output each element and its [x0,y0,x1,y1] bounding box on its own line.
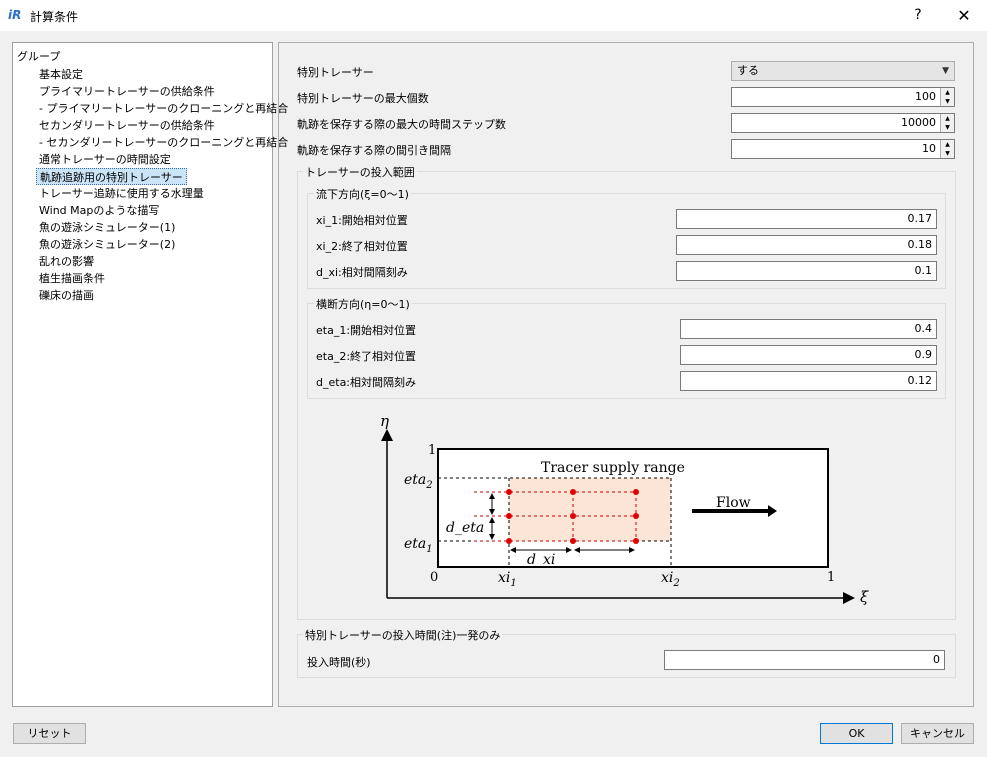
eta2-diagram-label: eta2 [404,472,433,491]
tracer-point [570,538,576,544]
special-tracer-label: 特別トレーサー [297,66,374,79]
crosswise-title: 横断方向(η=0〜1) [314,296,412,312]
eta-axis-label: η [380,412,389,430]
spin-arrows-icon[interactable]: ▲ ▼ [940,88,954,106]
zero-label: 0 [430,570,438,585]
xi1-input[interactable]: 0.17 [676,209,937,229]
sidebar-item-vegetation[interactable]: 植生描画条件 [36,270,108,287]
supply-range-area [509,478,671,541]
injection-time-title: 特別トレーサーの投入時間(注)一発のみ [303,627,503,643]
xi-axis-label: ξ [860,588,869,606]
max-steps-spinbox[interactable]: 10000 ▲ ▼ [731,113,955,133]
sidebar-item-normal-time[interactable]: 通常トレーサーの時間設定 [36,151,174,168]
streamwise-title: 流下方向(ξ=0〜1) [314,186,411,202]
max-steps-label: 軌跡を保存する際の最大の時間ステップ数 [297,118,506,131]
title-bar: iR 計算条件 ? ✕ [0,0,987,31]
injection-time-label: 投入時間(秒) [307,656,371,669]
supply-range-title: トレーサーの投入範囲 [303,164,417,180]
deta-label: d_eta:相対間隔刻み [316,376,417,389]
sidebar-item-primary-cloning[interactable]: - プライマリートレーサーのクローニングと再結合 [36,100,291,117]
group-list-header: グループ [17,50,61,63]
deta-diagram-label: d_eta [446,520,484,536]
special-tracer-select[interactable]: する ▼ [731,61,955,81]
tracer-point [633,489,639,495]
injection-time-input[interactable]: 0 [664,650,945,670]
one-top-label: 1 [428,443,436,458]
xi1-diagram-label: xi1 [498,570,517,589]
spin-arrows-icon[interactable]: ▲ ▼ [940,114,954,132]
sidebar-item-secondary-supply[interactable]: セカンダリートレーサーの供給条件 [36,117,218,134]
tracer-point [506,538,512,544]
tracer-point [633,538,639,544]
special-tracer-value: する [737,64,759,77]
deta-input[interactable]: 0.12 [680,371,937,391]
eta1-diagram-label: eta1 [404,536,433,555]
dxi-label: d_xi:相対間隔刻み [316,266,408,279]
sidebar-item-gravel[interactable]: 礫床の描画 [36,287,97,304]
tracer-point [506,489,512,495]
window-title: 計算条件 [30,10,79,24]
xi2-input[interactable]: 0.18 [676,235,937,255]
sidebar-item-primary-supply[interactable]: プライマリートレーサーの供給条件 [36,83,218,100]
flow-label: Flow [716,495,751,511]
one-right-label: 1 [827,570,835,585]
sidebar-item-fish-1[interactable]: 魚の遊泳シミュレーター(1) [36,219,178,236]
sidebar-item-special-tracer[interactable]: 軌跡追跡用の特別トレーサー [36,168,187,185]
chevron-down-icon: ▼ [942,66,949,76]
tracer-point [570,513,576,519]
spin-arrows-icon[interactable]: ▲ ▼ [940,140,954,158]
supply-range-diagram: η ξ 1 0 1 eta2 eta1 d_eta d_xi xi1 xi2 T… [380,412,869,606]
ok-button[interactable]: OK [820,723,893,744]
thinning-spinbox[interactable]: 10 ▲ ▼ [731,139,955,159]
eta1-label: eta_1:開始相対位置 [316,324,417,337]
tracer-point [570,489,576,495]
app-logo-icon: iR [8,8,22,22]
dxi-input[interactable]: 0.1 [676,261,937,281]
sidebar-item-turbulence[interactable]: 乱れの影響 [36,253,97,270]
close-button[interactable]: ✕ [941,0,987,31]
cancel-button[interactable]: キャンセル [901,723,974,744]
max-count-spinbox[interactable]: 100 ▲ ▼ [731,87,955,107]
thinning-value: 10 [922,142,936,155]
max-count-label: 特別トレーサーの最大個数 [297,92,429,105]
help-button[interactable]: ? [895,0,941,31]
dxi-diagram-label: d_xi [527,552,555,568]
xi2-label: xi_2:終了相対位置 [316,240,408,253]
supply-range-label: Tracer supply range [541,460,685,476]
sidebar-item-basic[interactable]: 基本設定 [36,66,86,83]
eta2-input[interactable]: 0.9 [680,345,937,365]
thinning-label: 軌跡を保存する際の間引き間隔 [297,144,451,157]
tracer-point [633,513,639,519]
sidebar-item-fish-2[interactable]: 魚の遊泳シミュレーター(2) [36,236,178,253]
sidebar-item-secondary-cloning[interactable]: - セカンダリートレーサーのクローニングと再結合 [36,134,291,151]
sidebar-item-wind-map[interactable]: Wind Mapのような描写 [36,202,162,219]
max-count-value: 100 [915,90,936,103]
eta2-label: eta_2:終了相対位置 [316,350,417,363]
xi1-label: xi_1:開始相対位置 [316,214,408,227]
eta1-input[interactable]: 0.4 [680,319,937,339]
xi2-diagram-label: xi2 [661,570,680,589]
tracer-point [506,513,512,519]
reset-button[interactable]: リセット [13,723,86,744]
sidebar-item-hydraulics[interactable]: トレーサー追跡に使用する水理量 [36,185,207,202]
max-steps-value: 10000 [901,116,936,129]
group-list[interactable]: グループ 基本設定 プライマリートレーサーの供給条件 - プライマリートレーサー… [12,42,288,707]
